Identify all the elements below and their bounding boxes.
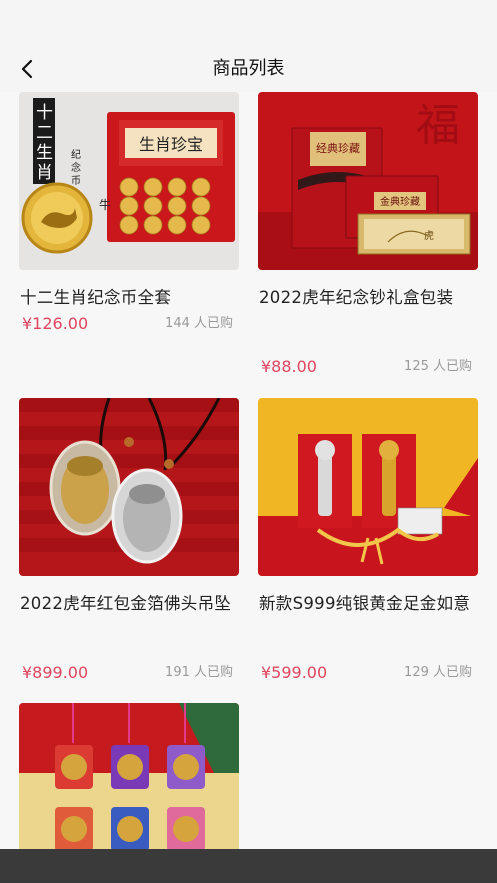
svg-text:虎: 虎 [424, 230, 434, 242]
product-list-screen: 商品列表 生肖珍宝 十二生肖 纪念币 牛 十二生肖纪念币全套 ¥126.00 1… [0, 0, 497, 883]
svg-text:福: 福 [416, 100, 460, 151]
svg-text:经典珍藏: 经典珍藏 [316, 141, 360, 155]
product-price: ¥899.00 [22, 663, 89, 682]
product-image[interactable]: 生肖珍宝 十二生肖 纪念币 牛 [19, 92, 239, 270]
product-grid[interactable]: 生肖珍宝 十二生肖 纪念币 牛 十二生肖纪念币全套 ¥126.00 144 人已… [0, 92, 497, 849]
bottom-bar [0, 849, 497, 883]
product-image[interactable] [19, 703, 239, 849]
svg-text:牛: 牛 [99, 197, 111, 212]
product-sold-count: 129 人已购 [404, 665, 472, 680]
product-sold-count: 144 人已购 [165, 316, 233, 331]
nav-header: 商品列表 [0, 0, 497, 92]
product-sold-count: 191 人已购 [165, 665, 233, 680]
page-title: 商品列表 [212, 58, 285, 79]
product-image[interactable] [258, 398, 478, 576]
product-image[interactable] [19, 398, 239, 576]
svg-text:金典珍藏: 金典珍藏 [380, 195, 420, 208]
product-price: ¥599.00 [261, 663, 328, 682]
svg-text:纪念币: 纪念币 [71, 149, 81, 187]
product-price: ¥126.00 [22, 314, 89, 333]
product-sold-count: 125 人已购 [404, 359, 472, 374]
box-label: 生肖珍宝 [139, 135, 203, 154]
product-image[interactable]: 福 经典珍藏 金典珍藏 虎 [258, 92, 478, 270]
product-name[interactable]: 新款S999纯银黄金足金如意 [259, 582, 479, 625]
product-name[interactable]: 2022虎年红包金箔佛头吊坠 [20, 582, 240, 625]
product-name[interactable]: 2022虎年纪念钞礼盒包装 [259, 276, 479, 319]
vertical-title: 十二生肖 [36, 103, 53, 183]
product-price: ¥88.00 [261, 357, 317, 376]
